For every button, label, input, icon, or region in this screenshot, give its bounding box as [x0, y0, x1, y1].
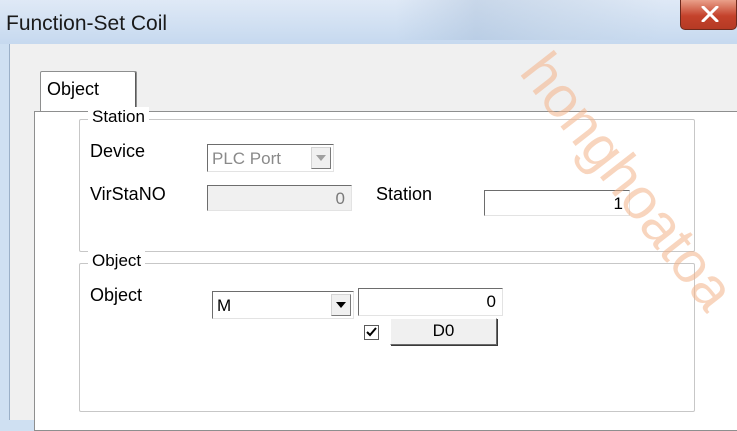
d0-button[interactable]: D0: [390, 318, 497, 345]
station-label: Station: [376, 184, 433, 204]
chevron-down-icon: [336, 302, 346, 308]
device-combo-value: PLC Port: [212, 149, 281, 168]
virstano-label: VirStaNO: [90, 184, 166, 204]
object-address-field[interactable]: 0: [358, 288, 503, 316]
title-bar: Function-Set Coil: [0, 0, 737, 44]
tab-panel: Station Device PLC Port VirStaNO 0 Stati…: [34, 107, 737, 431]
station-field[interactable]: 1: [484, 190, 630, 216]
tab-object[interactable]: Object: [40, 71, 137, 112]
dialog-client-area: Object Station Device PLC Port VirStaNO …: [9, 44, 737, 431]
virstano-field[interactable]: 0: [207, 185, 352, 211]
object-group-legend: Object: [88, 251, 146, 271]
object-type-combo[interactable]: M: [212, 291, 354, 319]
station-group: Station Device PLC Port VirStaNO 0 Stati…: [79, 107, 695, 252]
close-icon: [701, 6, 719, 22]
window-title: Function-Set Coil: [6, 12, 168, 35]
object-type-value: M: [217, 296, 232, 315]
object-checkbox[interactable]: [364, 325, 379, 340]
device-combo[interactable]: PLC Port: [207, 144, 334, 172]
tab-object-label: Object: [47, 79, 100, 99]
checkmark-icon: [366, 327, 377, 337]
device-label: Device: [90, 141, 146, 161]
object-type-dropdown-button[interactable]: [331, 294, 351, 316]
device-dropdown-button[interactable]: [311, 147, 331, 169]
station-group-legend: Station: [88, 107, 149, 127]
close-button[interactable]: [680, 0, 737, 30]
object-group: Object Object M 0 D0: [79, 251, 695, 412]
object-label: Object: [90, 285, 143, 305]
chevron-down-icon: [316, 155, 326, 161]
title-bar-background-blur: [395, 0, 665, 40]
